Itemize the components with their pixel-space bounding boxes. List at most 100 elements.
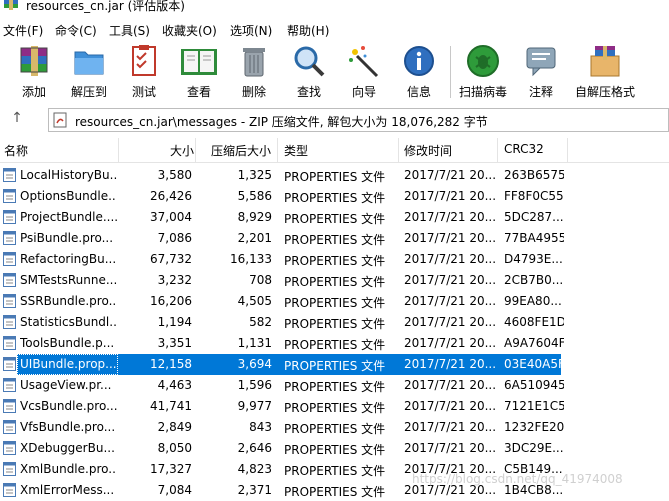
type-cell: PROPERTIES 文件 <box>284 422 386 436</box>
file-row[interactable]: VfsBundle.pro... 2,849 843 PROPERTIES 文件 201… <box>0 417 669 438</box>
info-icon <box>404 46 434 76</box>
type-cell: PROPERTIES 文件 <box>284 275 386 289</box>
comment-label: 注释 <box>528 85 553 99</box>
toolbar-separator <box>450 46 451 98</box>
col-header-crc[interactable]: CRC32 <box>504 142 544 156</box>
menu-bar: 文件(F) 命令(C) 工具(S) 收藏夹(O) 选项(N) 帮助(H) <box>0 20 669 40</box>
menu-options[interactable]: 选项(N) <box>230 22 272 39</box>
file-row[interactable]: ToolsBundle.p... 3,351 1,131 PROPERTIES 文件 2… <box>0 333 669 354</box>
file-row[interactable]: ProjectBundle.... 37,004 8,929 PROPERTIES 文… <box>0 207 669 228</box>
magnifier-icon <box>294 46 325 77</box>
wizard-button[interactable]: 向导 <box>338 44 390 100</box>
sfx-box-icon <box>590 46 620 77</box>
menu-favorites[interactable]: 收藏夹(O) <box>162 22 217 39</box>
folder-icon <box>74 51 104 75</box>
col-header-packed[interactable]: 压缩后大小 <box>211 142 271 159</box>
wizard-label: 向导 <box>351 85 376 99</box>
crc-cell: 77BA4955 <box>504 231 564 245</box>
add-button[interactable]: 添加 <box>8 44 60 100</box>
packed-size-cell: 2,201 <box>237 231 272 245</box>
col-header-type[interactable]: 类型 <box>284 142 308 159</box>
file-row[interactable]: LocalHistoryBu... 3,580 1,325 PROPERTIES 文件… <box>0 165 669 186</box>
file-row[interactable]: UsageView.pr... 4,463 1,596 PROPERTIES 文件 20… <box>0 375 669 396</box>
col-header-size[interactable]: 大小 <box>170 142 194 159</box>
packed-size-cell: 582 <box>249 315 272 329</box>
menu-tools[interactable]: 工具(S) <box>109 22 150 39</box>
column-divider[interactable] <box>118 138 119 162</box>
col-header-name[interactable]: 名称 <box>4 142 28 159</box>
toolbar: 添加 解压到 测试 查看 删除 查找 向导 信息 扫描病毒 注释 自解压格式 <box>0 40 669 104</box>
view-button[interactable]: 查看 <box>173 44 225 100</box>
view-label: 查看 <box>186 85 211 99</box>
file-row[interactable]: SMTestsRunne... 3,232 708 PROPERTIES 文件 2017… <box>0 270 669 291</box>
virus-scan-icon <box>467 45 499 77</box>
file-name-cell: StatisticsBundl... <box>20 315 117 329</box>
properties-file-icon <box>3 294 16 308</box>
packed-size-cell: 1,325 <box>237 168 272 182</box>
modified-cell: 2017/7/21 20... <box>404 315 496 329</box>
file-row[interactable]: PsiBundle.pro... 7,086 2,201 PROPERTIES 文件 2… <box>0 228 669 249</box>
comment-button[interactable]: 注释 <box>515 44 567 100</box>
file-row[interactable]: UIBundle.prop... 12,158 3,694 PROPERTIES 文件… <box>0 354 669 375</box>
info-button[interactable]: 信息 <box>393 44 445 100</box>
address-bar: ↑ resources_cn.jar\messages - ZIP 压缩文件, … <box>0 106 669 134</box>
properties-file-icon <box>3 168 16 182</box>
file-name-cell: LocalHistoryBu... <box>20 168 117 182</box>
file-row[interactable]: SSRBundle.pro... 16,206 4,505 PROPERTIES 文件… <box>0 291 669 312</box>
file-name-cell: XmlErrorMess... <box>20 483 115 497</box>
file-row[interactable]: OptionsBundle... 26,426 5,586 PROPERTIES 文件… <box>0 186 669 207</box>
test-button[interactable]: 测试 <box>118 44 170 100</box>
crc-cell: 7121E1C5 <box>504 399 564 413</box>
packed-size-cell: 2,646 <box>237 441 272 455</box>
type-cell: PROPERTIES 文件 <box>284 464 386 478</box>
extract-to-label: 解压到 <box>70 85 107 99</box>
col-header-modified[interactable]: 修改时间 <box>404 142 452 159</box>
file-name-cell: SMTestsRunne... <box>20 273 117 287</box>
find-button[interactable]: 查找 <box>283 44 335 100</box>
up-button[interactable]: ↑ <box>6 110 28 130</box>
crc-cell: 5DC287... <box>504 210 564 224</box>
virus-scan-button[interactable]: 扫描病毒 <box>457 44 509 100</box>
packed-size-cell: 5,586 <box>237 189 272 203</box>
properties-file-icon <box>3 315 16 329</box>
type-cell: PROPERTIES 文件 <box>284 380 386 394</box>
packed-size-cell: 3,694 <box>237 357 272 371</box>
properties-file-icon <box>3 357 16 371</box>
type-cell: PROPERTIES 文件 <box>284 233 386 247</box>
menu-file[interactable]: 文件(F) <box>3 22 43 39</box>
file-row[interactable]: VcsBundle.pro... 41,741 9,977 PROPERTIES 文件… <box>0 396 669 417</box>
properties-file-icon <box>3 189 16 203</box>
column-divider[interactable] <box>398 138 399 162</box>
modified-cell: 2017/7/21 20... <box>404 378 496 392</box>
file-row[interactable]: RefactoringBu... 67,732 16,133 PROPERTIES 文… <box>0 249 669 270</box>
column-divider[interactable] <box>567 138 568 162</box>
file-name-cell: VfsBundle.pro... <box>20 420 116 434</box>
properties-file-icon <box>3 441 16 455</box>
sfx-button[interactable]: 自解压格式 <box>575 44 635 100</box>
size-cell: 17,327 <box>150 462 192 476</box>
file-name-cell: PsiBundle.pro... <box>20 231 114 245</box>
column-divider[interactable] <box>497 138 498 162</box>
size-cell: 16,206 <box>150 294 192 308</box>
file-name-cell: OptionsBundle... <box>20 189 117 203</box>
file-name-cell: ToolsBundle.p... <box>20 336 115 350</box>
address-field[interactable]: resources_cn.jar\messages - ZIP 压缩文件, 解包… <box>48 108 669 132</box>
file-name-cell: SSRBundle.pro... <box>20 294 117 308</box>
packed-size-cell: 1,131 <box>237 336 272 350</box>
title-bar: resources_cn.jar (评估版本) <box>0 0 669 20</box>
delete-button[interactable]: 删除 <box>228 44 280 100</box>
file-name-cell: VcsBundle.pro... <box>20 399 117 413</box>
packed-size-cell: 708 <box>249 273 272 287</box>
file-row[interactable]: XDebuggerBu... 8,050 2,646 PROPERTIES 文件 201… <box>0 438 669 459</box>
column-divider[interactable] <box>195 138 196 162</box>
menu-help[interactable]: 帮助(H) <box>287 22 329 39</box>
menu-commands[interactable]: 命令(C) <box>55 22 97 39</box>
file-row[interactable]: StatisticsBundl... 1,194 582 PROPERTIES 文件 2… <box>0 312 669 333</box>
packed-size-cell: 4,505 <box>237 294 272 308</box>
extract-to-button[interactable]: 解压到 <box>63 44 115 100</box>
column-divider[interactable] <box>277 138 278 162</box>
properties-file-icon <box>3 462 16 476</box>
test-label: 测试 <box>131 85 156 99</box>
size-cell: 37,004 <box>150 210 192 224</box>
modified-cell: 2017/7/21 20... <box>404 210 496 224</box>
